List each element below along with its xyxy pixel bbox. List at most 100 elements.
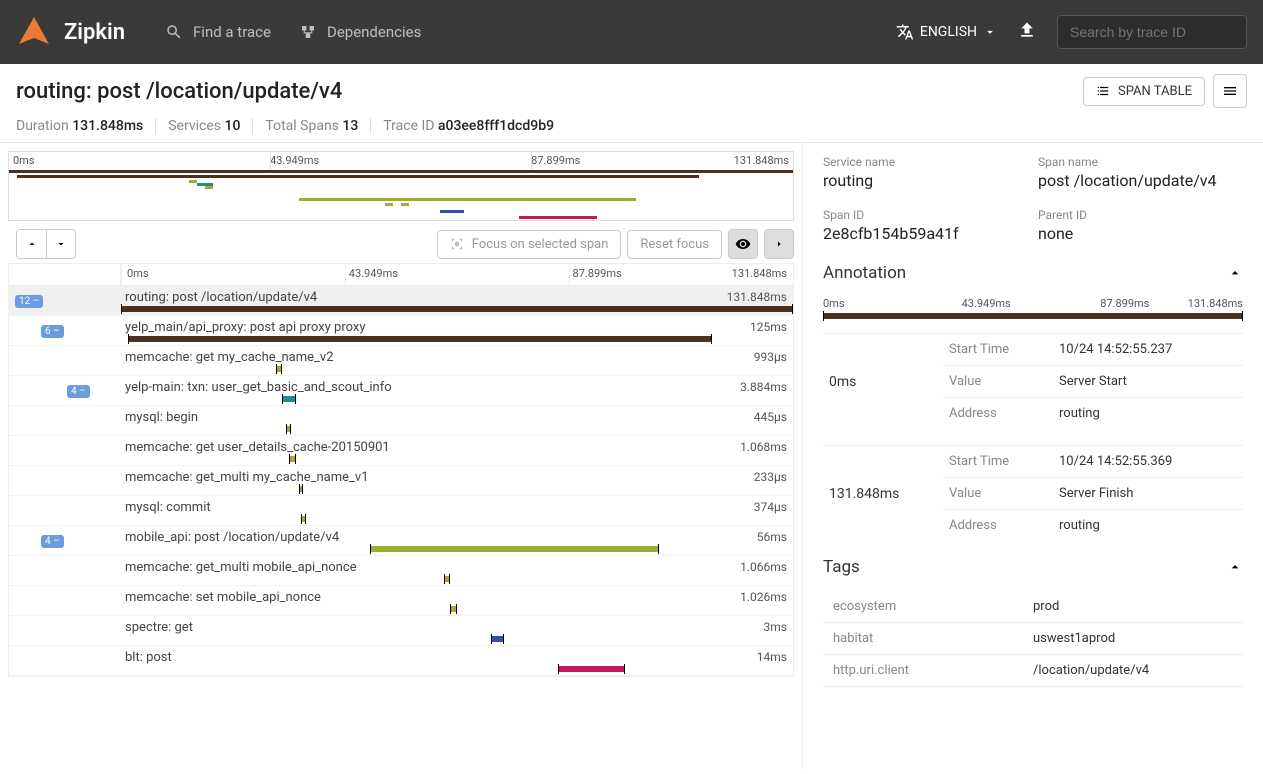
span-timeline: 0ms 43.949ms 87.899ms 131.848ms routing:… xyxy=(8,263,794,677)
nav-find-label: Find a trace xyxy=(193,23,271,41)
span-label: yelp-main: txn: user_get_basic_and_scout… xyxy=(121,380,721,395)
chevron-up-icon xyxy=(1227,265,1243,281)
span-bar xyxy=(558,666,625,672)
span-duration: 445µs xyxy=(754,410,787,424)
span-label: spectre: get xyxy=(121,620,721,635)
span-bar xyxy=(370,546,659,552)
span-table-button[interactable]: SPAN TABLE xyxy=(1083,77,1205,106)
tag-key: http.uri.client xyxy=(823,655,1023,687)
brand[interactable]: Zipkin xyxy=(16,14,125,50)
span-id-label: Span ID xyxy=(823,208,1028,222)
span-row[interactable]: yelp-main: txn: user_get_basic_and_scout… xyxy=(9,376,793,406)
span-row[interactable]: spectre: get 3ms xyxy=(9,616,793,646)
span-count-badge[interactable]: 4 – xyxy=(67,385,90,398)
focus-selected-label: Focus on selected span xyxy=(472,237,609,252)
span-label: memcache: set mobile_api_nonce xyxy=(121,590,721,605)
chevron-up-icon xyxy=(1227,559,1243,575)
span-duration: 374µs xyxy=(754,500,787,514)
span-row[interactable]: memcache: get_multi mobile_api_nonce1.06… xyxy=(9,556,793,586)
span-row[interactable]: blt: post14ms xyxy=(9,646,793,676)
brand-text: Zipkin xyxy=(64,20,125,45)
span-row[interactable]: memcache: get user_details_cache-2015090… xyxy=(9,436,793,466)
span-label: mysql: begin xyxy=(121,410,721,425)
span-count-badge[interactable]: 6 – xyxy=(41,325,64,338)
parent-id-label: Parent ID xyxy=(1038,208,1243,222)
span-duration: 14ms xyxy=(757,650,787,664)
tag-value: /location/update/v4 xyxy=(1023,655,1243,687)
ruler-tick-1: 43.949ms xyxy=(349,267,398,280)
hamburger-icon xyxy=(1222,83,1238,99)
reset-focus-button[interactable]: Reset focus xyxy=(627,230,722,259)
next-button[interactable] xyxy=(764,229,794,259)
nav-find-trace[interactable]: Find a trace xyxy=(165,23,271,41)
nav-dependencies[interactable]: Dependencies xyxy=(299,23,421,41)
span-row[interactable]: routing: post /location/update/v4131.848… xyxy=(9,286,793,316)
annotation-key: Value xyxy=(943,478,1053,510)
span-count-badge[interactable]: 4 – xyxy=(41,535,64,548)
span-label: memcache: get my_cache_name_v2 xyxy=(121,350,721,365)
span-bar xyxy=(286,426,291,432)
annotation-section-toggle[interactable]: Annotation xyxy=(823,263,1243,283)
tags-table: ecosystemprodhabitatuswest1aprodhttp.uri… xyxy=(823,591,1243,687)
annotation-key: Address xyxy=(943,510,1053,542)
page-title: routing: post /location/update/v4 xyxy=(16,79,1083,104)
span-row[interactable]: memcache: set mobile_api_nonce1.026ms xyxy=(9,586,793,616)
chevron-down-icon xyxy=(983,25,997,39)
chevron-up-icon xyxy=(26,238,38,250)
span-bar xyxy=(299,486,303,492)
span-duration: 993µs xyxy=(754,350,787,364)
anno-tick-3: 131.848ms xyxy=(1188,297,1243,310)
tag-value: prod xyxy=(1023,591,1243,623)
span-duration: 3ms xyxy=(764,620,787,634)
span-id-value: 2e8cfb154b59a41f xyxy=(823,224,1028,243)
tags-section-toggle[interactable]: Tags xyxy=(823,557,1243,577)
span-duration: 125ms xyxy=(750,320,787,334)
stats-bar: Duration 131.848ms Services 10 Total Spa… xyxy=(0,114,1263,142)
parent-id-value: none xyxy=(1038,224,1243,243)
focus-selected-button[interactable]: Focus on selected span xyxy=(437,230,622,259)
stat-duration-value: 131.848ms xyxy=(72,118,143,134)
detail-panel: Service namerouting Span namepost /locat… xyxy=(803,143,1263,769)
annotation-title: Annotation xyxy=(823,263,906,283)
trace-search-input[interactable] xyxy=(1057,15,1247,49)
timeline-controls: Focus on selected span Reset focus xyxy=(16,229,794,259)
annotation-key: Start Time xyxy=(943,446,1053,478)
span-row[interactable]: yelp_main/api_proxy: post api proxy prox… xyxy=(9,316,793,346)
upload-icon xyxy=(1017,20,1037,40)
span-duration: 233µs xyxy=(754,470,787,484)
tags-title: Tags xyxy=(823,557,860,577)
language-selector[interactable]: ENGLISH xyxy=(896,23,997,41)
minimap-tick-1: 43.949ms xyxy=(270,154,319,167)
stat-services-label: Services xyxy=(168,118,221,134)
stat-spans-label: Total Spans xyxy=(265,118,338,134)
list-icon xyxy=(1096,84,1110,98)
minimap[interactable]: 0ms 43.949ms 87.899ms 131.848ms xyxy=(8,151,794,221)
tag-key: habitat xyxy=(823,623,1023,655)
span-row[interactable]: mysql: begin 445µs xyxy=(9,406,793,436)
annotation-value: routing xyxy=(1053,510,1243,542)
search-icon xyxy=(165,23,183,41)
annotation-value: routing xyxy=(1053,398,1243,430)
menu-button[interactable] xyxy=(1213,74,1247,108)
span-row[interactable]: mysql: commit374µs xyxy=(9,496,793,526)
span-duration: 56ms xyxy=(757,530,787,544)
expand-down-button[interactable] xyxy=(46,229,76,259)
span-duration: 3.884ms xyxy=(740,380,787,394)
title-bar: routing: post /location/update/v4 SPAN T… xyxy=(0,64,1263,114)
span-row[interactable]: mobile_api: post /location/update/v456ms… xyxy=(9,526,793,556)
time-ruler: 0ms 43.949ms 87.899ms 131.848ms xyxy=(9,264,793,286)
app-header: Zipkin Find a trace Dependencies ENGLISH xyxy=(0,0,1263,64)
span-row[interactable]: memcache: get_multi my_cache_name_v1233µ… xyxy=(9,466,793,496)
span-count-badge[interactable]: 12 – xyxy=(15,295,43,308)
span-row[interactable]: memcache: get my_cache_name_v2 993µs xyxy=(9,346,793,376)
span-bar xyxy=(289,456,296,462)
collapse-up-button[interactable] xyxy=(16,229,46,259)
eye-toggle-button[interactable] xyxy=(728,229,758,259)
annotation-time: 131.848ms xyxy=(823,446,943,542)
span-name-label: Span name xyxy=(1038,155,1243,169)
stat-services-value: 10 xyxy=(225,118,241,134)
annotation-table: 0msStart Time10/24 14:52:55.237ValueServ… xyxy=(823,333,1243,429)
stat-spans-value: 13 xyxy=(342,118,358,134)
upload-button[interactable] xyxy=(1017,20,1037,44)
minimap-tick-0: 0ms xyxy=(13,154,35,167)
